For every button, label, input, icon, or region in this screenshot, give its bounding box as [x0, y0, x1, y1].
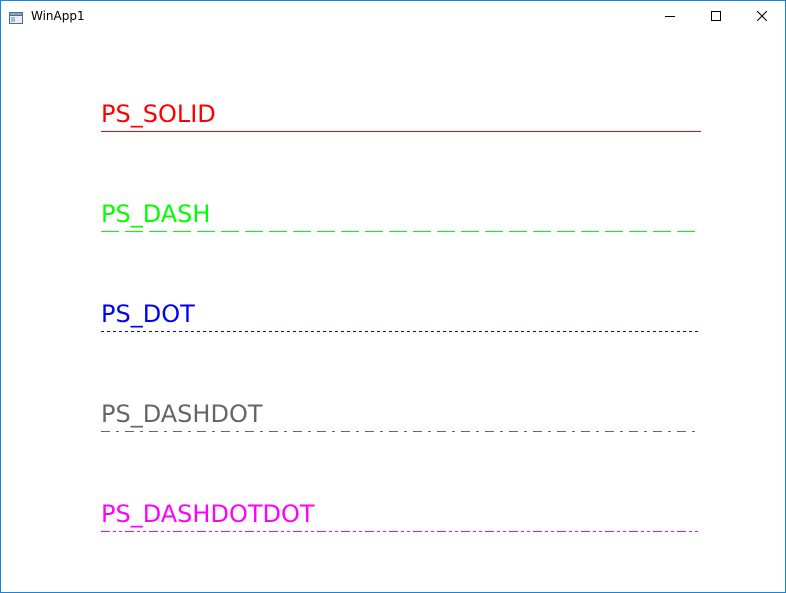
close-icon [757, 11, 767, 21]
minimize-icon [665, 11, 675, 21]
minimize-button[interactable] [647, 1, 693, 31]
window-title: WinApp1 [31, 9, 85, 23]
app-window-icon [9, 9, 23, 24]
title-bar[interactable]: WinApp1 [1, 1, 785, 31]
pen-lines [101, 131, 701, 532]
client-area: PS_SOLID PS_DASH PS_DOT PS_DASHDOT PS_DA… [1, 31, 785, 592]
app-window: WinApp1 PS_SOLID PS_DASH PS_DOT PS_DASHD… [0, 0, 786, 593]
maximize-button[interactable] [693, 1, 739, 31]
maximize-icon [711, 11, 721, 21]
close-button[interactable] [739, 1, 785, 31]
